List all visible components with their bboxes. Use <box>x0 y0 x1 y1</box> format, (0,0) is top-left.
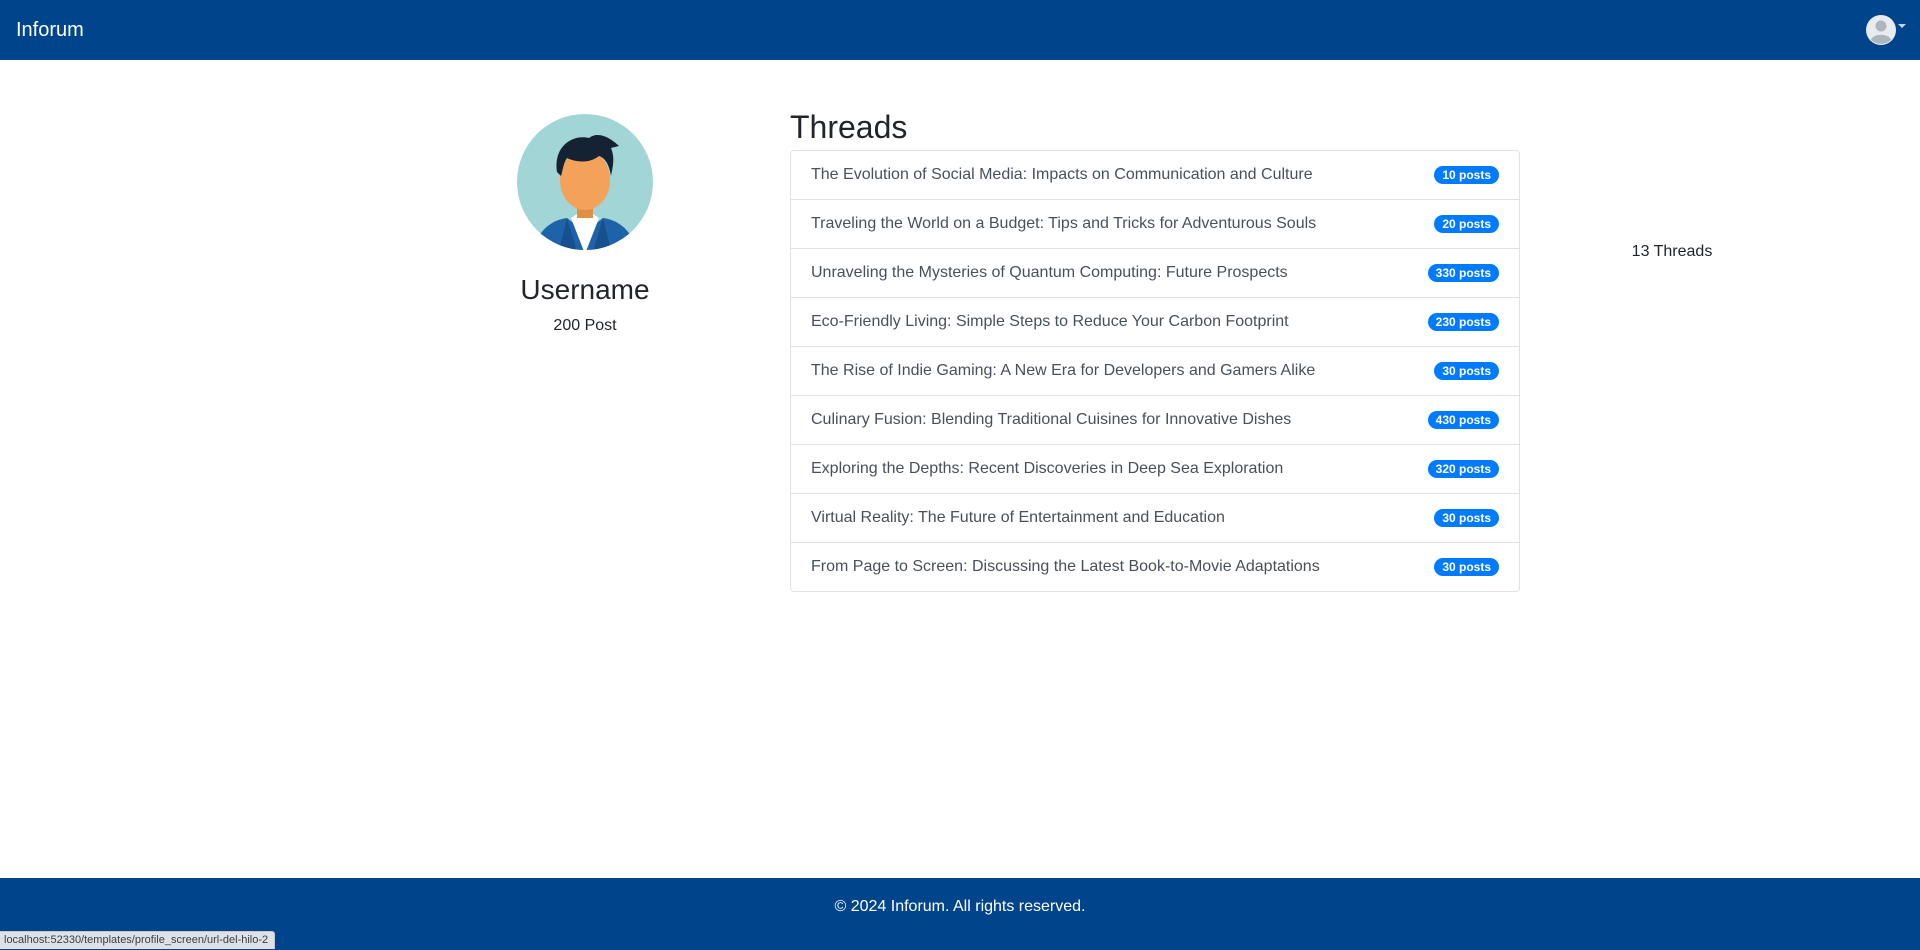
footer-copyright: © 2024 Inforum. All rights reserved. <box>834 898 1086 915</box>
browser-status-url: localhost:52330/templates/profile_screen… <box>0 931 276 949</box>
thread-list-item[interactable]: Unraveling the Mysteries of Quantum Comp… <box>791 249 1519 298</box>
post-count-badge: 330 posts <box>1427 264 1499 282</box>
post-count-badge: 20 posts <box>1434 215 1499 233</box>
thread-list-item[interactable]: Virtual Reality: The Future of Entertain… <box>791 494 1519 543</box>
brand-logo-link[interactable]: Inforum <box>16 19 84 42</box>
post-count: 200 Post <box>553 317 617 334</box>
thread-title: From Page to Screen: Discussing the Late… <box>811 558 1320 575</box>
page-footer: © 2024 Inforum. All rights reserved. <box>0 878 1920 950</box>
thread-list-item[interactable]: Culinary Fusion: Blending Traditional Cu… <box>791 396 1519 445</box>
thread-title: Culinary Fusion: Blending Traditional Cu… <box>811 411 1292 428</box>
threads-section: Threads The Evolution of Social Media: I… <box>790 108 1520 592</box>
thread-list-item[interactable]: The Evolution of Social Media: Impacts o… <box>791 151 1519 200</box>
person-avatar-icon <box>517 114 653 250</box>
thread-list-item[interactable]: From Page to Screen: Discussing the Late… <box>791 543 1519 591</box>
thread-list-item[interactable]: Traveling the World on a Budget: Tips an… <box>791 200 1519 249</box>
post-count-badge: 430 posts <box>1427 411 1499 429</box>
thread-title: Virtual Reality: The Future of Entertain… <box>811 509 1225 526</box>
post-count-badge: 30 posts <box>1434 558 1499 576</box>
thread-title: Traveling the World on a Budget: Tips an… <box>811 215 1317 232</box>
profile-username: Username <box>520 274 650 305</box>
threads-list: The Evolution of Social Media: Impacts o… <box>790 150 1520 592</box>
thread-title: The Rise of Indie Gaming: A New Era for … <box>811 362 1316 379</box>
thread-list-item[interactable]: The Rise of Indie Gaming: A New Era for … <box>791 347 1519 396</box>
thread-list-item[interactable]: Exploring the Depths: Recent Discoveries… <box>791 445 1519 494</box>
thread-title: Unraveling the Mysteries of Quantum Comp… <box>811 264 1288 281</box>
post-count-badge: 230 posts <box>1427 313 1499 331</box>
profile-card: Username 200 Post 13 Threads <box>517 114 1712 336</box>
user-menu-toggle[interactable] <box>1866 15 1906 45</box>
top-navbar: Inforum <box>0 0 1920 60</box>
thread-title: Exploring the Depths: Recent Discoveries… <box>811 460 1284 477</box>
chevron-down-icon <box>1898 24 1906 28</box>
post-count-badge: 10 posts <box>1434 166 1499 184</box>
thread-list-item[interactable]: Eco-Friendly Living: Simple Steps to Red… <box>791 298 1519 347</box>
thread-title: Eco-Friendly Living: Simple Steps to Red… <box>811 313 1289 330</box>
threads-heading: Threads <box>790 109 908 145</box>
post-count-badge: 30 posts <box>1434 362 1499 380</box>
thread-title: The Evolution of Social Media: Impacts o… <box>811 166 1313 183</box>
user-circle-icon <box>1866 15 1896 45</box>
post-count-badge: 30 posts <box>1434 509 1499 527</box>
post-count-badge: 320 posts <box>1427 460 1499 478</box>
